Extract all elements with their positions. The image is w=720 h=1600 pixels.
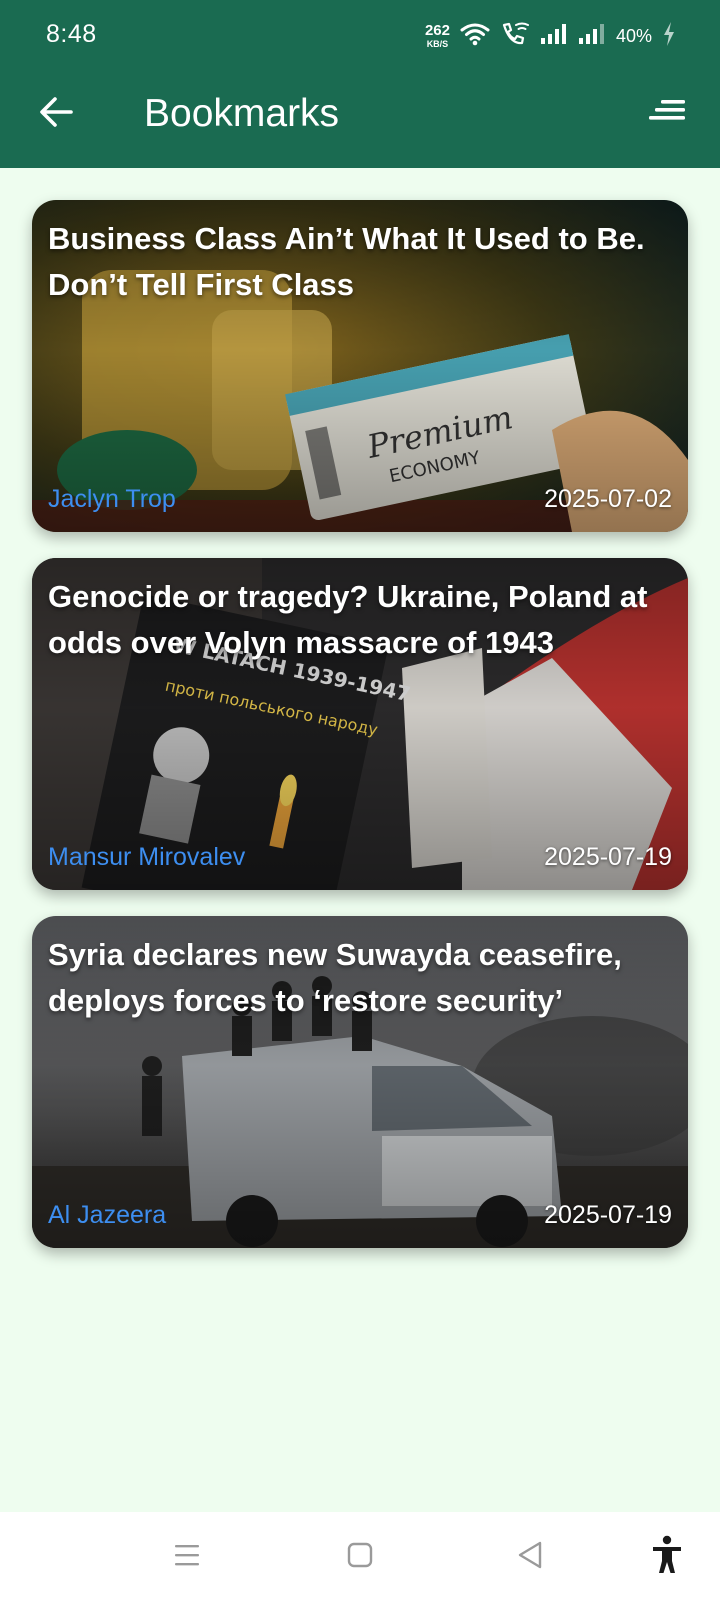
article-author[interactable]: Mansur Mirovalev xyxy=(48,843,245,872)
signal-icon-sim1 xyxy=(540,23,568,50)
recent-apps-button[interactable] xyxy=(162,1532,212,1582)
article-date: 2025-07-19 xyxy=(544,1201,672,1229)
net-speed: 262 KB/S xyxy=(425,23,450,49)
article-title: Business Class Ain’t What It Used to Be.… xyxy=(48,221,645,302)
back-triangle-icon xyxy=(516,1540,544,1575)
bookmark-card[interactable]: W LATACH 1939-1947 проти польського наро… xyxy=(32,558,688,890)
status-icons: 262 KB/S 40% xyxy=(425,18,676,54)
system-nav-bar xyxy=(0,1512,720,1600)
top-area: 8:48 262 KB/S 40% Bookmarks xyxy=(0,0,720,168)
bookmark-card[interactable]: Premium ECONOMY Business Class Ain’t Wha… xyxy=(32,200,688,532)
sort-button[interactable] xyxy=(640,86,696,142)
net-speed-unit: KB/S xyxy=(426,39,449,49)
page-title: Bookmarks xyxy=(144,92,340,135)
back-button[interactable] xyxy=(28,86,84,142)
net-speed-value: 262 xyxy=(424,22,450,39)
status-time: 8:48 xyxy=(46,20,97,48)
menu-icon xyxy=(173,1542,201,1573)
signal-icon-sim2 xyxy=(578,23,606,50)
home-button[interactable] xyxy=(335,1532,385,1582)
article-title: Genocide or tragedy? Ukraine, Poland at … xyxy=(48,579,648,660)
battery-percent: 40% xyxy=(615,25,652,46)
article-author[interactable]: Al Jazeera xyxy=(48,1201,166,1230)
accessibility-button[interactable] xyxy=(642,1532,692,1582)
bookmark-card[interactable]: Syria declares new Suwayda ceasefire, de… xyxy=(32,916,688,1248)
article-date: 2025-07-19 xyxy=(544,843,672,871)
system-back-button[interactable] xyxy=(505,1532,555,1582)
status-bar: 8:48 262 KB/S 40% xyxy=(0,0,720,72)
wifi-calling-icon xyxy=(500,21,530,52)
accessibility-icon xyxy=(651,1535,683,1580)
sort-icon xyxy=(649,99,687,130)
home-square-icon xyxy=(346,1541,374,1574)
article-date: 2025-07-02 xyxy=(544,485,672,513)
charging-bolt-icon xyxy=(662,21,676,52)
wifi-icon xyxy=(460,22,490,51)
arrow-left-icon xyxy=(38,96,74,133)
article-title: Syria declares new Suwayda ceasefire, de… xyxy=(48,937,622,1018)
app-bar: Bookmarks xyxy=(0,72,720,168)
article-author[interactable]: Jaclyn Trop xyxy=(48,485,176,514)
